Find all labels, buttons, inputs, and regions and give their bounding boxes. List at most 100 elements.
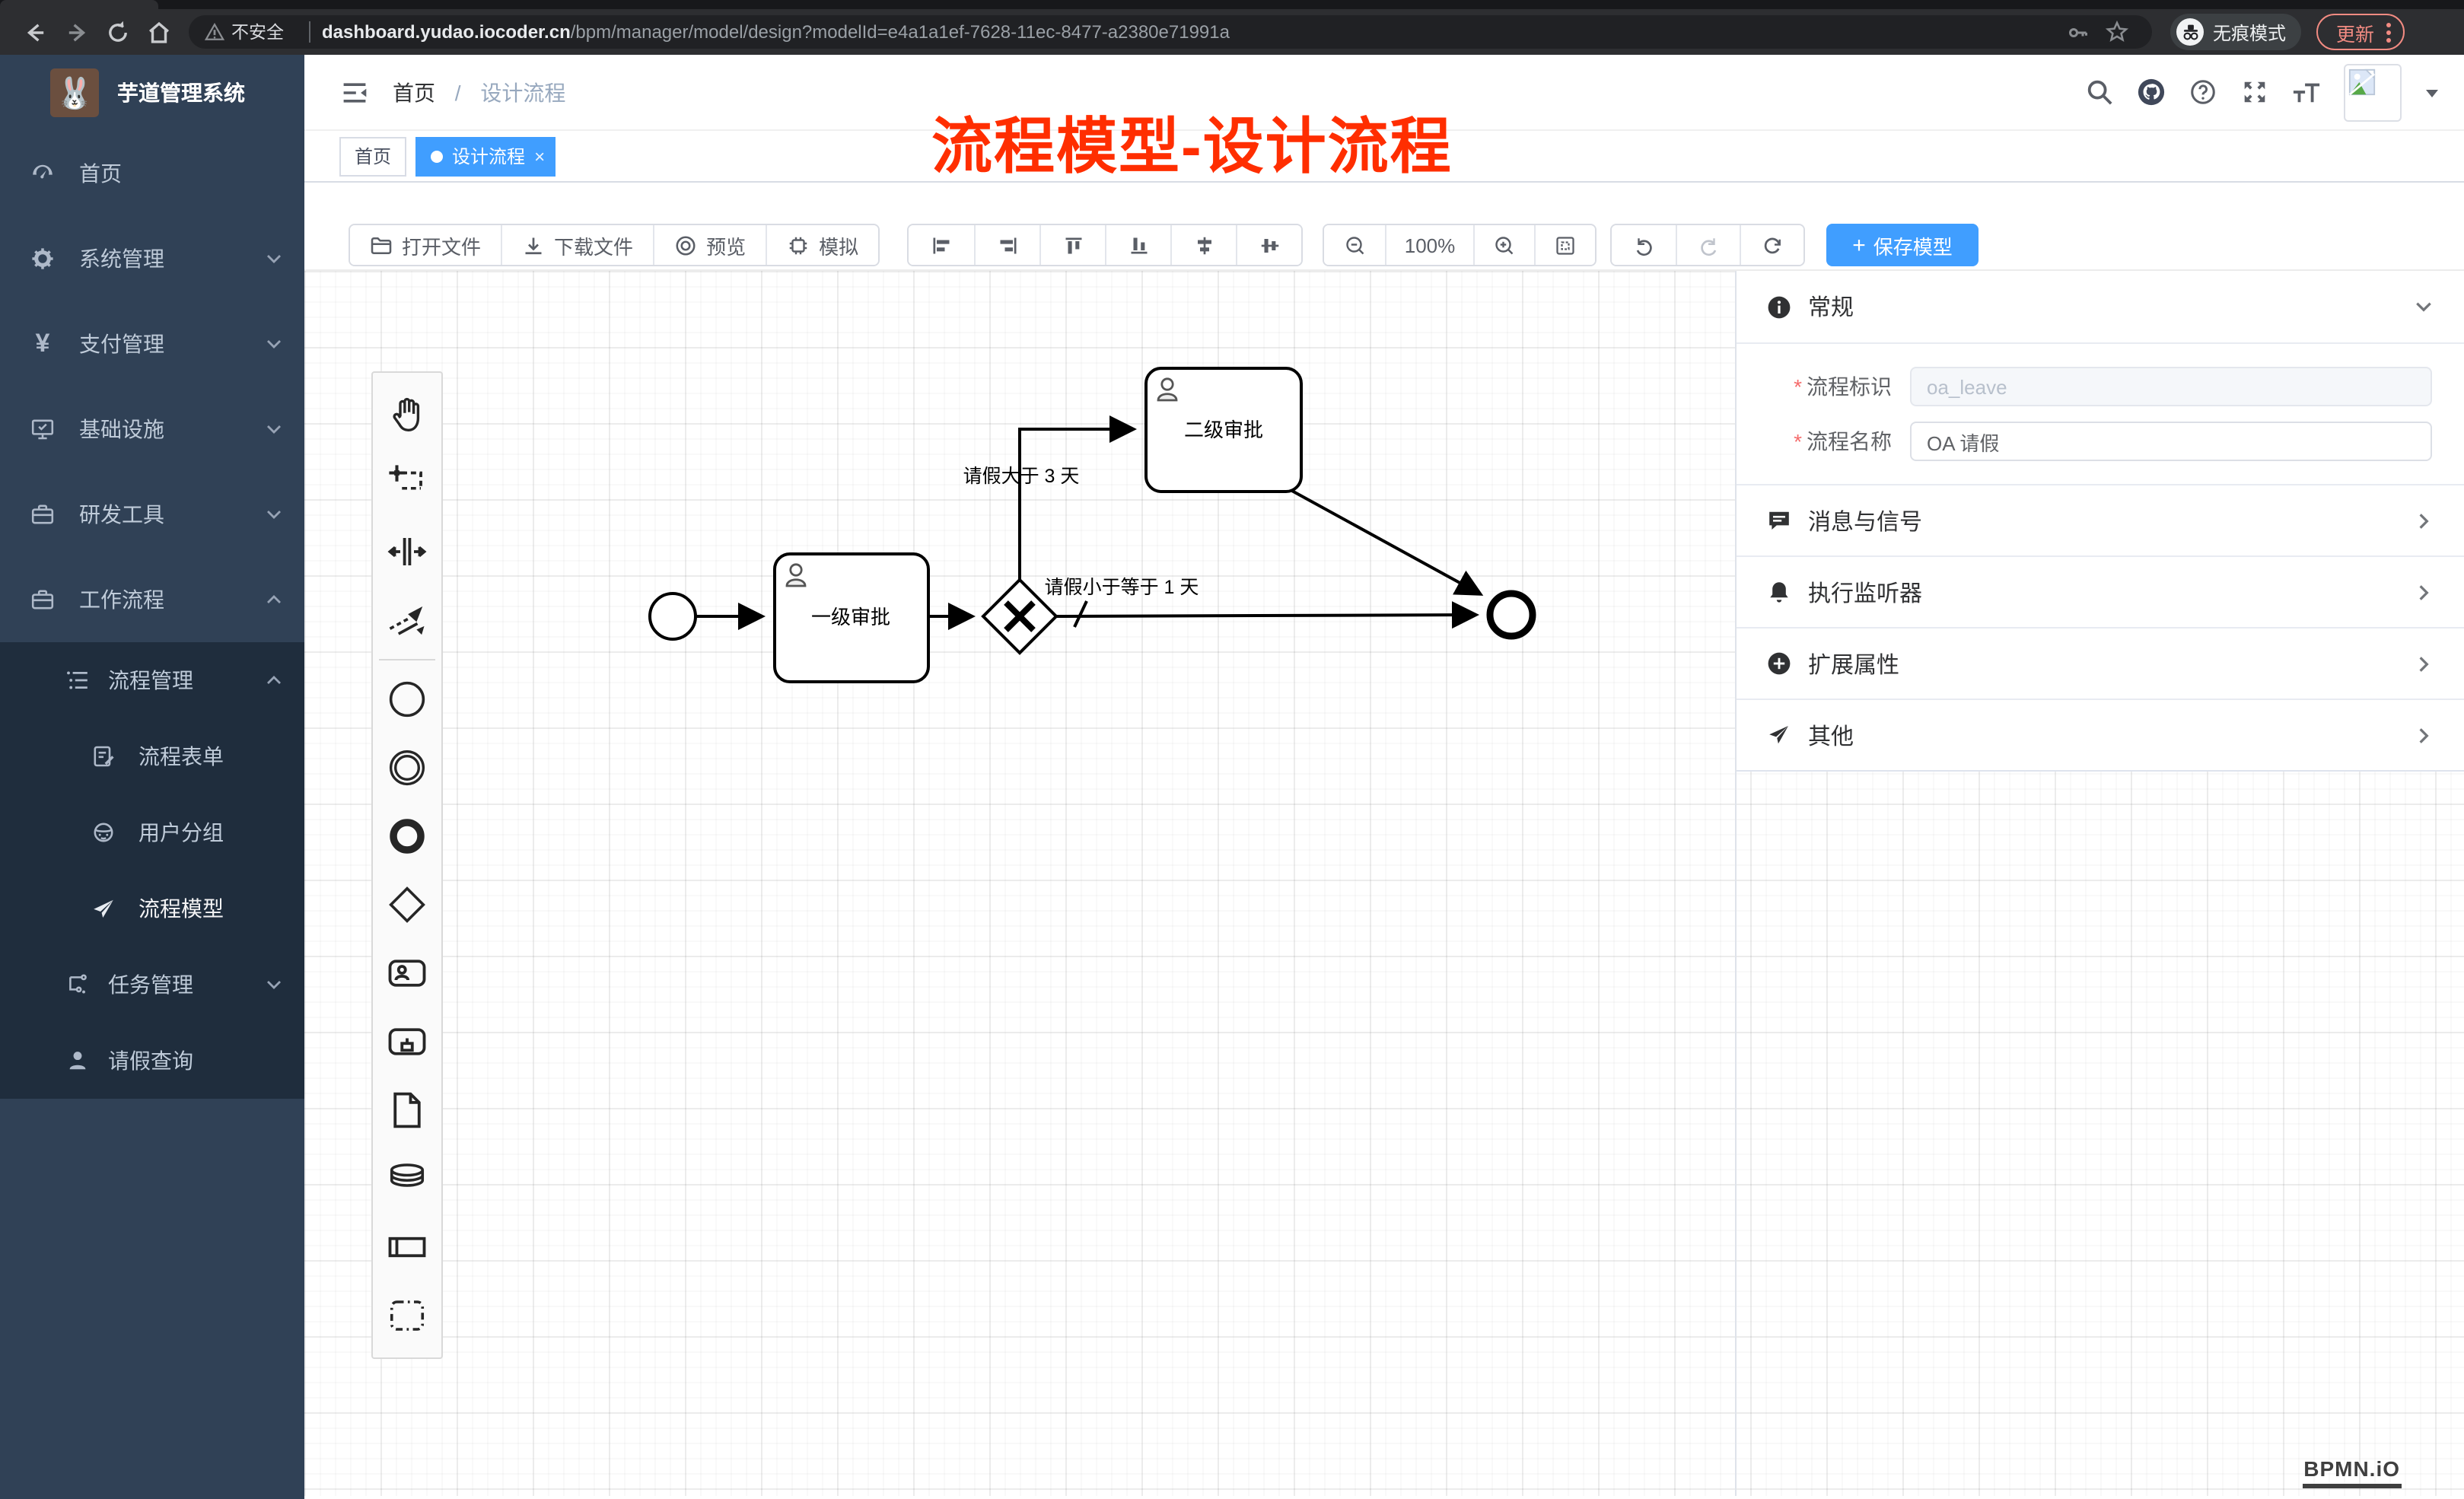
task1-label: 一级审批 [811, 606, 890, 629]
space-tool-icon[interactable] [371, 517, 443, 586]
condition-label-le1[interactable]: 请假小于等于 1 天 [1045, 577, 1199, 598]
sidebar-item-process-form[interactable]: 流程表单 [0, 718, 304, 794]
fullscreen-icon[interactable] [2240, 78, 2269, 107]
start-event-icon[interactable] [371, 665, 443, 734]
simulate-button[interactable]: 模拟 [766, 225, 878, 265]
sidebar-item-task-mgmt[interactable]: 任务管理 [0, 947, 304, 1023]
section-message-signal[interactable]: 消息与信号 [1737, 484, 2464, 555]
tab-design-process[interactable]: 设计流程 × [415, 136, 556, 176]
preview-button[interactable]: 预览 [653, 225, 766, 265]
process-key-input[interactable] [1910, 367, 2432, 406]
global-connect-icon[interactable] [371, 586, 443, 654]
align-right-button[interactable] [974, 225, 1039, 265]
reload-icon[interactable] [105, 19, 131, 45]
url-text[interactable]: dashboard.yudao.iocoder.cn/bpm/manager/m… [322, 21, 1230, 43]
flow-task2-to-end[interactable] [1291, 490, 1479, 594]
end-event-icon[interactable] [371, 802, 443, 870]
section-other[interactable]: 其他 [1737, 699, 2464, 770]
font-size-icon[interactable] [2292, 78, 2321, 107]
user-task-icon[interactable] [371, 939, 443, 1007]
subprocess-icon[interactable] [371, 1007, 443, 1076]
github-icon[interactable] [2137, 78, 2166, 107]
avatar[interactable] [2344, 63, 2402, 121]
process-name-input[interactable] [1910, 422, 2432, 461]
section-execution-listener[interactable]: 执行监听器 [1737, 555, 2464, 627]
caret-down-icon[interactable] [2424, 84, 2440, 100]
sidebar-item-home[interactable]: 首页 [0, 131, 304, 216]
sidebar-item-process-model[interactable]: 流程模型 [0, 870, 304, 947]
home-icon[interactable] [146, 19, 172, 45]
flow-branch-icon [65, 972, 90, 997]
sidebar-item-infra[interactable]: 基础设施 [0, 387, 304, 472]
data-object-icon[interactable] [371, 1076, 443, 1144]
url-host: dashboard.yudao.iocoder.cn [322, 21, 571, 43]
download-file-button[interactable]: 下载文件 [501, 225, 653, 265]
intermediate-event-icon[interactable] [371, 734, 443, 802]
sidebar-item-system[interactable]: 系统管理 [0, 216, 304, 301]
key-icon[interactable] [2067, 21, 2090, 43]
restart-button[interactable] [1740, 225, 1803, 265]
app-logo[interactable]: 🐰 芋道管理系统 [0, 55, 304, 131]
collapse-sidebar-icon[interactable] [341, 78, 368, 106]
sidebar-item-label: 流程表单 [138, 741, 283, 772]
undo-button[interactable] [1612, 225, 1676, 265]
bpmn-canvas[interactable]: 一级审批 二级审批 [304, 271, 2464, 1496]
update-button[interactable]: 更新 [2316, 14, 2405, 50]
align-top-button[interactable] [1039, 225, 1105, 265]
lasso-tool-icon[interactable] [371, 449, 443, 517]
browser-menu-icon[interactable] [2386, 22, 2391, 42]
fit-viewport-button[interactable] [1534, 225, 1595, 265]
section-title: 常规 [1808, 291, 2414, 323]
participant-icon[interactable] [371, 1213, 443, 1281]
bpmn-diagram[interactable]: 一级审批 二级审批 [304, 271, 1735, 1496]
browser-active-tab[interactable] [0, 0, 158, 9]
user-task-level1[interactable]: 一级审批 [775, 554, 928, 682]
redo-button[interactable] [1676, 225, 1740, 265]
end-event[interactable] [1490, 594, 1533, 636]
sidebar-item-payment[interactable]: ¥ 支付管理 [0, 301, 304, 387]
broken-image-icon [2348, 68, 2376, 95]
address-bar[interactable]: 不安全 dashboard.yudao.iocoder.cn/bpm/manag… [189, 15, 2152, 49]
start-event[interactable] [650, 594, 696, 639]
align-bottom-button[interactable] [1105, 225, 1170, 265]
breadcrumb-home[interactable]: 首页 [393, 80, 435, 104]
sidebar-item-workflow[interactable]: 工作流程 [0, 557, 304, 642]
align-center-v-button[interactable] [1236, 225, 1301, 265]
align-center-h-button[interactable] [1170, 225, 1236, 265]
user-task-level2[interactable]: 二级审批 [1146, 368, 1301, 492]
tree-list-icon [65, 668, 90, 692]
section-extension-properties[interactable]: 扩展属性 [1737, 627, 2464, 699]
bookmark-star-icon[interactable] [2105, 20, 2129, 44]
search-icon[interactable] [2085, 78, 2114, 107]
forward-icon[interactable] [64, 19, 90, 45]
designer-toolbar: 打开文件 下载文件 预览 模拟 [304, 183, 2464, 271]
save-model-button[interactable]: + 保存模型 [1826, 224, 1979, 266]
help-icon[interactable] [2189, 78, 2217, 107]
flow-gateway-to-task2[interactable] [1020, 429, 1132, 581]
zoom-in-button[interactable] [1473, 225, 1534, 265]
group-icon[interactable] [371, 1281, 443, 1350]
sidebar-item-leave-query[interactable]: 请假查询 [0, 1023, 304, 1099]
back-icon[interactable] [23, 19, 49, 45]
open-file-button[interactable]: 打开文件 [350, 225, 501, 265]
align-left-button[interactable] [909, 225, 974, 265]
not-secure-warning-icon [204, 21, 225, 43]
flow-gateway-to-end[interactable] [1055, 615, 1475, 616]
close-tab-icon[interactable]: × [534, 147, 545, 165]
align-right-icon [996, 234, 1019, 256]
hand-tool-icon[interactable] [371, 380, 443, 449]
briefcase-icon [30, 587, 55, 612]
send-icon [1767, 723, 1791, 747]
sidebar-item-devtools[interactable]: 研发工具 [0, 472, 304, 557]
refresh-icon [1761, 234, 1784, 256]
section-general[interactable]: 常规 [1737, 271, 2464, 342]
security-label[interactable]: 不安全 [231, 20, 284, 44]
data-store-icon[interactable] [371, 1144, 443, 1213]
condition-label-gt3[interactable]: 请假大于 3 天 [963, 466, 1080, 487]
bell-icon [1767, 580, 1791, 604]
tab-home[interactable]: 首页 [339, 136, 406, 176]
sidebar-item-process-mgmt[interactable]: 流程管理 [0, 642, 304, 718]
sidebar-item-user-group[interactable]: 用户分组 [0, 794, 304, 870]
zoom-out-button[interactable] [1324, 225, 1385, 265]
gateway-icon[interactable] [371, 870, 443, 939]
